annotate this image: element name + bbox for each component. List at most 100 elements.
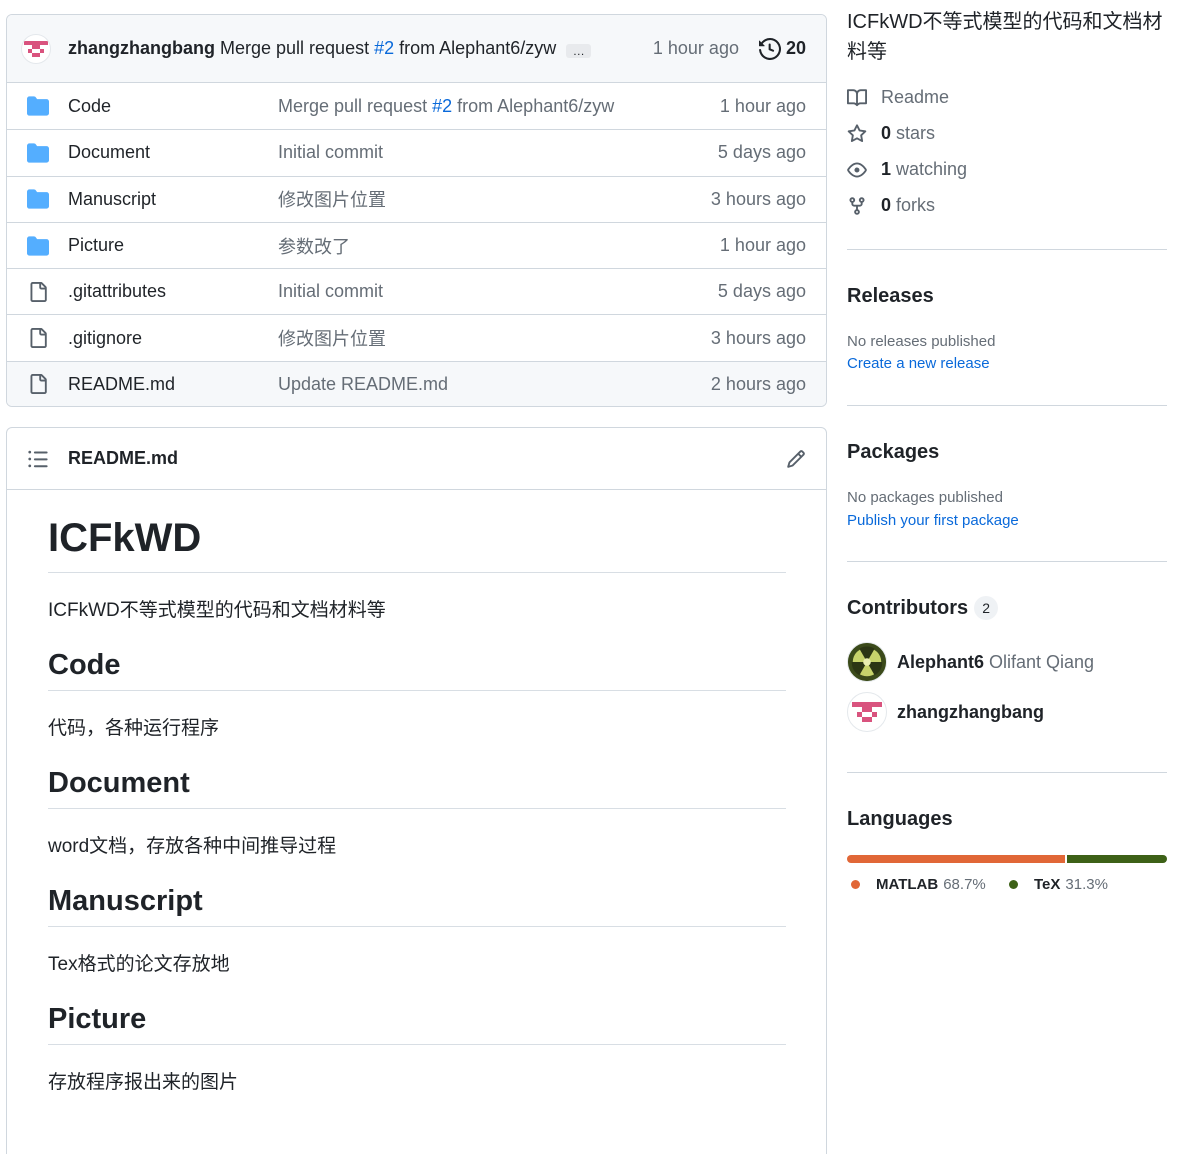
file-list: Code Merge pull request #2 from Alephant6… (7, 83, 826, 406)
file-name-link[interactable]: README.md (68, 374, 278, 395)
readme-h2: Manuscript (48, 879, 786, 927)
book-icon (847, 88, 867, 106)
commit-count: 20 (785, 38, 806, 58)
releases-heading[interactable]: Releases (847, 285, 934, 308)
file-row[interactable]: Manuscript 修改图片位置 3 hours ago (7, 175, 826, 222)
file-commit-message[interactable]: Merge pull request #2 from Alephant6/zyw (278, 96, 614, 117)
readme-panel: README.md ICFkWD ICFkWD不等式模型的代码和文档材料等 Co… (6, 427, 827, 1154)
releases-note: No releases published (847, 333, 996, 350)
radioactive-avatar-icon (848, 643, 886, 681)
fork-icon (849, 196, 865, 215)
file-name-link[interactable]: Picture (68, 235, 278, 256)
readme-content: ICFkWD ICFkWD不等式模型的代码和文档材料等 Code 代码，各种运行程… (48, 490, 786, 1095)
file-row[interactable]: Picture 参数改了 1 hour ago (7, 221, 826, 268)
file-commit-message[interactable]: 修改图片位置 (278, 186, 386, 212)
readme-h2: Picture (48, 997, 786, 1045)
pr-link[interactable]: #2 (374, 38, 394, 58)
file-icon (30, 374, 47, 395)
about-description: ICFkWD不等式模型的代码和文档材料等 (847, 11, 1163, 63)
language-tex[interactable]: TeX 31.3% (1009, 876, 1108, 893)
readme-link[interactable]: Readme (847, 87, 949, 108)
create-release-link[interactable]: Create a new release (847, 355, 990, 372)
divider (847, 249, 1167, 250)
commit-message[interactable]: Merge pull request #2 from Alephant6/zyw (220, 38, 556, 59)
file-icon (30, 328, 47, 349)
identicon-icon (852, 702, 882, 722)
folder-icon (27, 235, 49, 256)
readme-file-link[interactable]: README.md (68, 448, 178, 469)
avatar[interactable] (21, 33, 51, 64)
folder-icon-wrap (27, 142, 49, 164)
readme-intro: ICFkWD不等式模型的代码和文档材料等 (48, 600, 386, 621)
file-icon-wrap (27, 328, 49, 349)
expand-commit-button[interactable]: … (566, 43, 592, 58)
language-bar-segment (1067, 855, 1167, 863)
file-row[interactable]: .gitattributes Initial commit 5 days ago (7, 268, 826, 314)
contributor-alephant6[interactable]: Alephant6 Olifant Qiang (847, 642, 1094, 682)
language-bar (847, 855, 1167, 863)
history-icon (758, 37, 781, 60)
readme-h1: ICFkWD (48, 490, 786, 573)
readme-paragraph: word文档，存放各种中间推导过程 (48, 836, 337, 857)
readme-sections: Code 代码，各种运行程序 Document word文档，存放各种中间推导过程 Ma… (48, 643, 786, 1095)
file-name-link[interactable]: .gitignore (68, 328, 278, 349)
languages-heading: Languages (847, 808, 953, 830)
file-row[interactable]: README.md Update README.md 2 hours ago (7, 360, 826, 406)
folder-icon-wrap (27, 95, 49, 117)
readme-h2: Document (48, 761, 786, 809)
folder-icon (27, 189, 49, 209)
file-commit-message[interactable]: 参数改了 (278, 233, 350, 259)
file-commit-message[interactable]: Initial commit (278, 281, 383, 302)
folder-icon-wrap (27, 188, 49, 210)
file-name-link[interactable]: Document (68, 142, 278, 163)
folder-icon (27, 143, 49, 163)
file-commit-time: 5 days ago (717, 281, 806, 302)
stars-link[interactable]: 0 stars (847, 123, 935, 144)
language-matlab[interactable]: MATLAB 68.7% (851, 876, 986, 893)
readme-h2: Code (48, 643, 786, 691)
file-row[interactable]: Document Initial commit 5 days ago (7, 129, 826, 175)
pr-link[interactable]: #2 (432, 96, 452, 116)
file-name-link[interactable]: .gitattributes (68, 281, 278, 302)
avatar (847, 642, 887, 682)
readme-header: README.md (7, 428, 826, 490)
contributors-count: 2 (974, 596, 999, 620)
language-dot (851, 880, 860, 889)
file-commit-time: 3 hours ago (710, 188, 806, 209)
commit-time[interactable]: 1 hour ago (653, 38, 739, 59)
readme-paragraph: Tex格式的论文存放地 (48, 954, 230, 975)
latest-commit-bar: zhangzhangbang Merge pull request #2 fro… (7, 15, 826, 83)
file-commit-message[interactable]: Update README.md (278, 374, 448, 395)
file-icon (30, 281, 47, 302)
watchers-link[interactable]: 1 watching (847, 159, 967, 180)
file-commit-message[interactable]: Initial commit (278, 142, 383, 163)
packages-heading[interactable]: Packages (847, 441, 939, 464)
file-commit-time: 1 hour ago (719, 235, 806, 256)
file-row[interactable]: .gitignore 修改图片位置 3 hours ago (7, 314, 826, 360)
folder-icon (27, 96, 49, 116)
eye-icon (847, 162, 867, 177)
list-outline-icon[interactable] (27, 448, 49, 470)
identicon-icon (24, 40, 48, 57)
file-name-link[interactable]: Manuscript (68, 189, 278, 210)
edit-readme-button[interactable] (786, 449, 806, 469)
file-commit-message[interactable]: 修改图片位置 (278, 325, 386, 351)
file-icon-wrap (27, 374, 49, 395)
publish-package-link[interactable]: Publish your first package (847, 512, 1019, 529)
language-bar-segment (847, 855, 1066, 863)
pencil-icon (787, 449, 805, 468)
divider (847, 561, 1167, 562)
contributors-heading[interactable]: Contributors 2 (847, 596, 999, 620)
file-name-link[interactable]: Code (68, 96, 278, 117)
language-dot (1009, 880, 1018, 889)
file-browser: zhangzhangbang Merge pull request #2 fro… (6, 14, 827, 407)
forks-link[interactable]: 0 forks (847, 195, 935, 216)
contributor-zhangzhangbang[interactable]: zhangzhangbang (847, 692, 1049, 732)
file-row[interactable]: Code Merge pull request #2 from Alephant6… (7, 83, 826, 129)
file-commit-time: 3 hours ago (710, 327, 806, 348)
commit-author-link[interactable]: zhangzhangbang (68, 38, 215, 59)
divider (847, 772, 1167, 773)
folder-icon-wrap (27, 235, 49, 257)
commit-history-link[interactable]: 20 (758, 37, 806, 60)
file-commit-time: 5 days ago (717, 142, 806, 163)
